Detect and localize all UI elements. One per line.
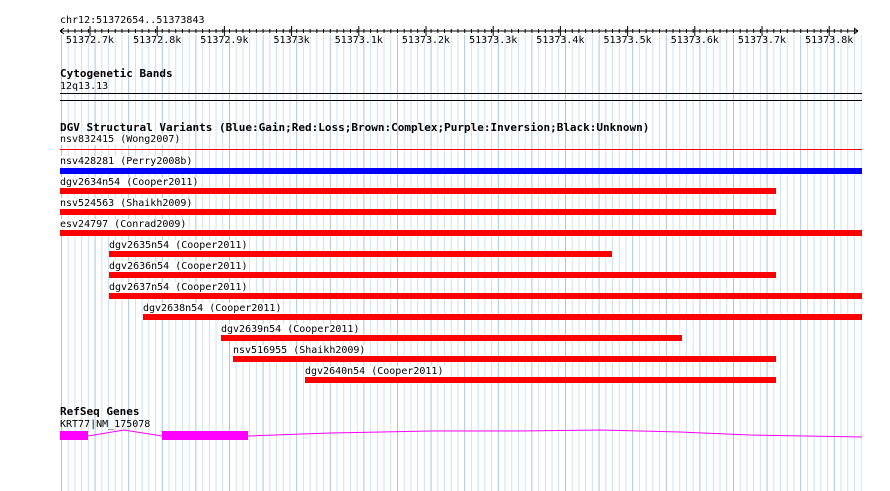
refseq-track-title: RefSeq Genes: [60, 405, 140, 418]
dgv-feature-label[interactable]: dgv2638n54 (Cooper2011): [143, 303, 284, 314]
dgv-feature-bar[interactable]: [60, 168, 862, 174]
ruler-tick-label: 51372.8k: [133, 35, 182, 46]
refseq-exon: [60, 431, 88, 440]
ruler-tick-label: 51373.3k: [469, 35, 518, 46]
ruler-tick-label: 51373.5k: [603, 35, 652, 46]
dgv-feature-bar[interactable]: [60, 230, 862, 236]
ruler-tick-label: 51373.4k: [536, 35, 585, 46]
dgv-feature-label-text[interactable]: nsv832415 (Wong2007): [60, 134, 183, 145]
dgv-feature-label-text[interactable]: dgv2640n54 (Cooper2011): [305, 366, 446, 377]
dgv-feature-bar[interactable]: [109, 272, 776, 278]
dgv-feature-label[interactable]: nsv524563 (Shaikh2009): [60, 198, 195, 209]
dgv-feature-label-text[interactable]: dgv2635n54 (Cooper2011): [109, 240, 250, 251]
dgv-feature-label[interactable]: nsv516955 (Shaikh2009): [233, 345, 368, 356]
dgv-feature-bar[interactable]: [60, 149, 862, 150]
refseq-exon: [162, 431, 248, 440]
dgv-track-title: DGV Structural Variants (Blue:Gain;Red:L…: [60, 121, 650, 134]
dgv-feature-label[interactable]: nsv428281 (Perry2008b): [60, 156, 195, 167]
refseq-gene-model[interactable]: [0, 426, 890, 446]
cytoband-line-top: [60, 93, 862, 94]
dgv-feature-label[interactable]: dgv2634n54 (Cooper2011): [60, 177, 201, 188]
dgv-feature-bar[interactable]: [233, 356, 776, 362]
cytoband-line-bottom: [60, 100, 862, 101]
dgv-feature-bar[interactable]: [221, 335, 682, 341]
genome-browser-track-view: chr12:51372654..51373843 51372.7k 51372.8…: [0, 0, 890, 491]
dgv-feature-bar[interactable]: [60, 209, 776, 215]
dgv-feature-label[interactable]: nsv832415 (Wong2007): [60, 134, 183, 145]
ruler-tick-label: 51373k: [273, 35, 310, 46]
dgv-feature-label[interactable]: esv24797 (Conrad2009): [60, 219, 189, 230]
dgv-feature-bar[interactable]: [109, 293, 862, 299]
ruler-tick-label: 51373.1k: [334, 35, 383, 46]
dgv-feature-label-text[interactable]: dgv2637n54 (Cooper2011): [109, 282, 250, 293]
ruler-tick-label: 51372.7k: [65, 35, 115, 46]
cytoband-track-title: Cytogenetic Bands: [60, 67, 173, 80]
dgv-feature-label[interactable]: dgv2635n54 (Cooper2011): [109, 240, 250, 251]
dgv-feature-label[interactable]: dgv2636n54 (Cooper2011): [109, 261, 250, 272]
cytoband-label: 12q13.13: [60, 81, 109, 92]
dgv-feature-label-text[interactable]: nsv428281 (Perry2008b): [60, 156, 195, 167]
ruler-tick-label: 51373.7k: [737, 35, 787, 46]
dgv-feature-bar[interactable]: [109, 251, 612, 257]
ruler-tick-label: 51373.8k: [805, 35, 854, 46]
ruler-tick-label: 51372.9k: [200, 35, 249, 46]
dgv-feature-label[interactable]: dgv2637n54 (Cooper2011): [109, 282, 250, 293]
dgv-feature-label-text[interactable]: esv24797 (Conrad2009): [60, 219, 189, 230]
dgv-feature-label-text[interactable]: dgv2634n54 (Cooper2011): [60, 177, 201, 188]
dgv-feature-bar[interactable]: [305, 377, 776, 383]
dgv-feature-label-text[interactable]: nsv524563 (Shaikh2009): [60, 198, 195, 209]
dgv-feature-label[interactable]: dgv2640n54 (Cooper2011): [305, 366, 446, 377]
dgv-feature-label-text[interactable]: dgv2636n54 (Cooper2011): [109, 261, 250, 272]
ruler-tick-label: 51373.2k: [401, 35, 451, 46]
dgv-feature-label-text[interactable]: dgv2639n54 (Cooper2011): [221, 324, 362, 335]
dgv-feature-bar[interactable]: [60, 188, 776, 194]
dgv-feature-label-text[interactable]: nsv516955 (Shaikh2009): [233, 345, 368, 356]
dgv-feature-bar[interactable]: [143, 314, 862, 320]
dgv-feature-label-text[interactable]: dgv2638n54 (Cooper2011): [143, 303, 284, 314]
dgv-feature-label[interactable]: dgv2639n54 (Cooper2011): [221, 324, 362, 335]
ruler-tick-label: 51373.6k: [670, 35, 719, 46]
